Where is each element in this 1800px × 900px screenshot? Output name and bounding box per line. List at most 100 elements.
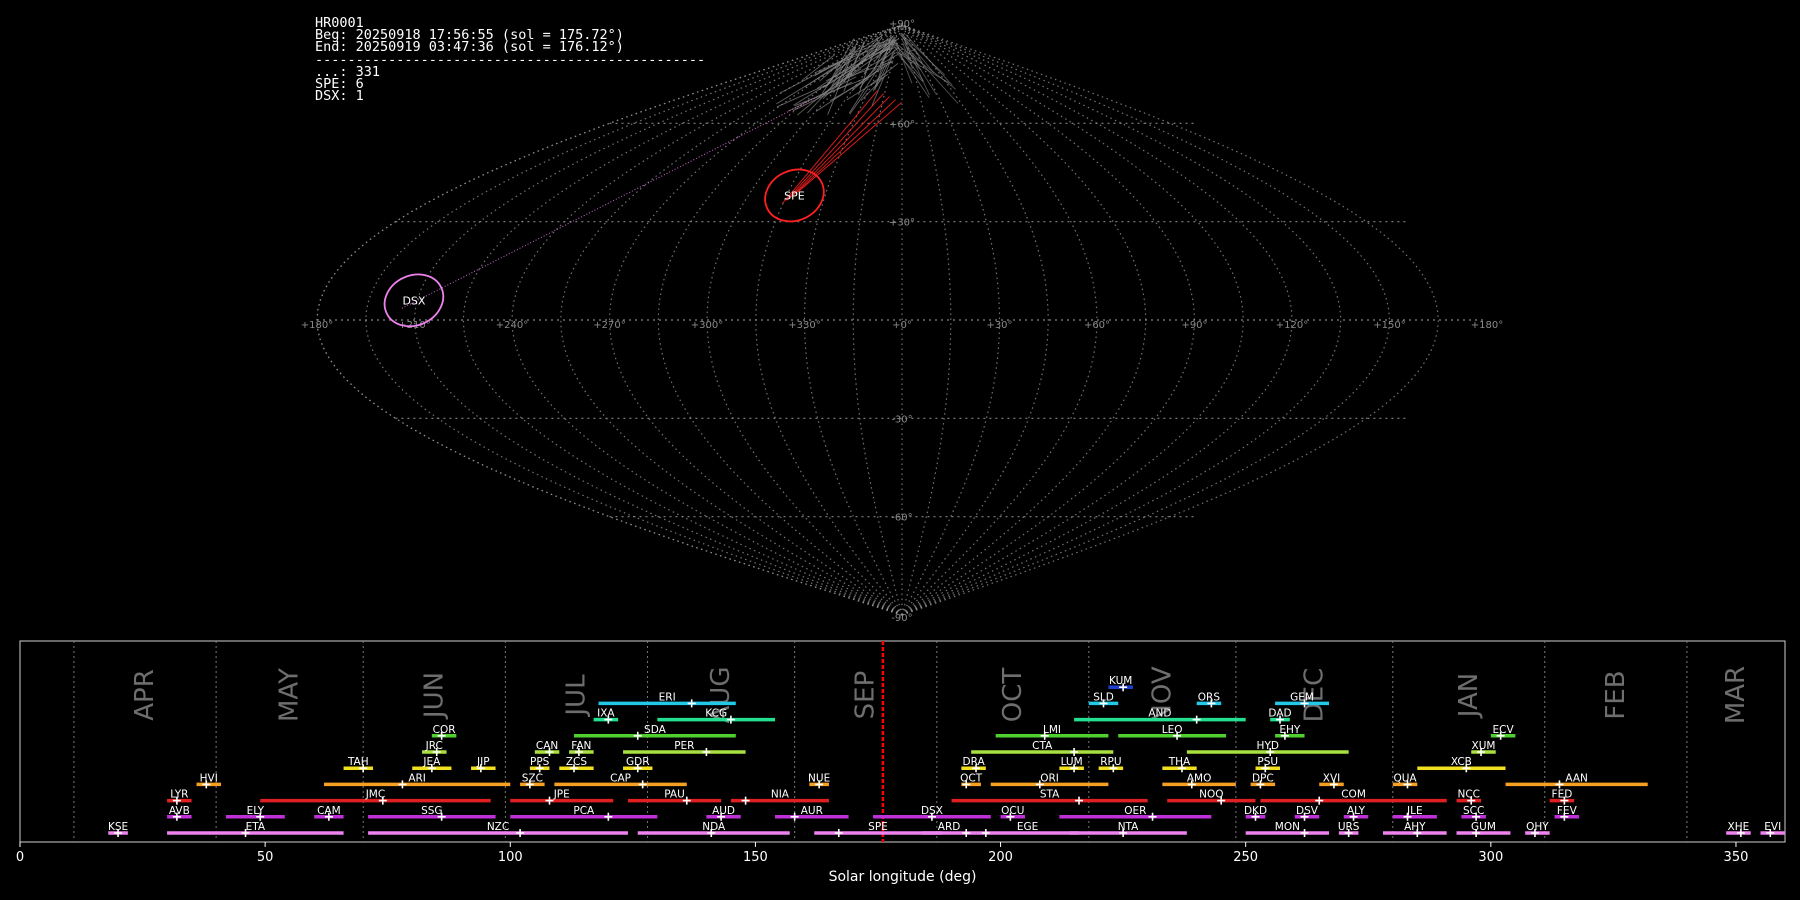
x-tick-label: 50 <box>257 850 274 865</box>
month-label-jan: JAN <box>1454 673 1484 719</box>
lat-tick-label: +60° <box>889 119 915 130</box>
shower-label-can: CAN <box>536 740 558 752</box>
lon-tick-label: +60° <box>1084 320 1110 331</box>
shower-label-com: COM <box>1341 789 1366 801</box>
shower-label-kcg: KCG <box>705 708 727 720</box>
lon-tick-label: +300° <box>691 320 723 331</box>
shower-label-gem: GEM <box>1290 691 1314 703</box>
x-tick-label: 350 <box>1724 850 1749 865</box>
shower-label-ocu: OCU <box>1001 805 1024 817</box>
shower-label-leo: LEO <box>1162 724 1183 736</box>
shower-label-gdr: GDR <box>626 756 650 768</box>
radiant-label-spe: SPE <box>784 189 805 202</box>
x-tick-label: 250 <box>1233 850 1258 865</box>
shower-label-cor: COR <box>433 724 456 736</box>
month-label-sep: SEP <box>851 671 881 720</box>
month-label-feb: FEB <box>1601 670 1631 719</box>
lon-tick-label: +120° <box>1276 320 1308 331</box>
shower-label-ely: ELY <box>247 805 265 817</box>
shower-label-nda: NDA <box>702 821 726 833</box>
shower-label-nue: NUE <box>808 772 830 784</box>
meteor-trail-spe <box>786 93 884 201</box>
shower-label-ors: ORS <box>1198 691 1221 703</box>
meteor-trail-dsx <box>401 96 818 309</box>
month-label-jul: JUL <box>561 674 591 718</box>
lon-tick-label: +270° <box>593 320 625 331</box>
shower-label-dsx: DSX <box>921 805 943 817</box>
shower-label-jrc: JRC <box>425 740 443 752</box>
meteor-trail <box>905 33 953 86</box>
lon-tick-label: +180° <box>301 320 333 331</box>
shower-label-kse: KSE <box>108 821 128 833</box>
lon-tick-label: +0° <box>892 320 912 331</box>
radiant-sky-map: +90° +60° +30° -30° -60° -90° +180° +150° +120° +… <box>301 19 1503 624</box>
shower-label-aur: AUR <box>801 805 823 817</box>
shower-label-ege: EGE <box>1017 821 1038 833</box>
month-label-may: MAY <box>275 668 305 722</box>
shower-label-psu: PSU <box>1257 756 1278 768</box>
shower-label-and: AND <box>1148 708 1171 720</box>
shower-label-scc: SCC <box>1463 805 1484 817</box>
shower-label-aly: ALY <box>1347 805 1366 817</box>
shower-label-jmc: JMC <box>365 789 386 801</box>
lon-tick-label: +330° <box>788 320 820 331</box>
shower-label-eta: ETA <box>246 821 266 833</box>
shower-label-qua: QUA <box>1393 772 1417 784</box>
shower-calendar-chart: APR MAY JUN JUL AUG SEP OCT NOV DEC JAN FEB MARKUME… <box>16 640 1786 885</box>
lat-tick-label: +30° <box>889 218 915 229</box>
x-tick-label: 200 <box>988 850 1013 865</box>
shower-label-cap: CAP <box>610 772 631 784</box>
shower-label-ori: ORI <box>1040 772 1059 784</box>
lat-tick-label: -90° <box>891 613 912 624</box>
meteor-trail <box>901 38 937 95</box>
shower-label-pps: PPS <box>530 756 550 768</box>
x-tick-label: 300 <box>1478 850 1503 865</box>
lon-tick-label: +180° <box>1471 320 1503 331</box>
shower-label-xhe: XHE <box>1728 821 1750 833</box>
lon-tick-label: +150° <box>1373 320 1405 331</box>
shower-label-zcs: ZCS <box>566 756 588 768</box>
shower-label-ahy: AHY <box>1404 821 1426 833</box>
shower-label-nzc: NZC <box>487 821 509 833</box>
shower-label-xum: XUM <box>1472 740 1496 752</box>
shower-label-ehy: EHY <box>1279 724 1301 736</box>
shower-label-jpe: JPE <box>553 789 570 801</box>
shower-label-hvi: HVI <box>200 772 218 784</box>
lon-tick-label: +90° <box>1181 320 1207 331</box>
shower-label-dkd: DKD <box>1244 805 1267 817</box>
shower-label-dpc: DPC <box>1252 772 1274 784</box>
month-label-jun: JUN <box>419 672 449 720</box>
lat-tick-label: -30° <box>891 414 912 425</box>
shower-label-evi: EVI <box>1764 821 1781 833</box>
shower-label-dad: DAD <box>1268 708 1291 720</box>
shower-label-lmi: LMI <box>1043 724 1061 736</box>
shower-label-szc: SZC <box>522 772 543 784</box>
shower-label-urs: URS <box>1338 821 1360 833</box>
shower-label-pau: PAU <box>664 789 685 801</box>
shower-label-ssg: SSG <box>421 805 442 817</box>
shower-label-noo: NOO <box>1199 789 1223 801</box>
shower-label-fed: FED <box>1552 789 1573 801</box>
shower-label-per: PER <box>674 740 694 752</box>
shower-label-aud: AUD <box>712 805 735 817</box>
shower-label-sld: SLD <box>1093 691 1114 703</box>
x-tick-label: 100 <box>498 850 523 865</box>
month-label-mar: MAR <box>1721 666 1751 724</box>
shower-label-fan: FAN <box>571 740 591 752</box>
shower-label-ard: ARD <box>938 821 961 833</box>
shower-label-jle: JLE <box>1406 805 1423 817</box>
shower-label-tah: TAH <box>347 756 369 768</box>
shower-label-sda: SDA <box>644 724 667 736</box>
month-label-apr: APR <box>130 669 160 721</box>
shower-label-nta: NTA <box>1118 821 1139 833</box>
meteor-trail-spe <box>782 90 878 204</box>
radiant-label-dsx: DSX <box>402 294 425 307</box>
shower-label-eri: ERI <box>659 691 676 703</box>
shower-label-tha: THA <box>1168 756 1191 768</box>
shower-label-nia: NIA <box>771 789 790 801</box>
shower-label-gum: GUM <box>1471 821 1496 833</box>
shower-label-spe: SPE <box>868 821 888 833</box>
shower-label-oct: OCT <box>960 772 983 784</box>
shower-label-ecv: ECV <box>1493 724 1515 736</box>
shower-label-pca: PCA <box>573 805 595 817</box>
